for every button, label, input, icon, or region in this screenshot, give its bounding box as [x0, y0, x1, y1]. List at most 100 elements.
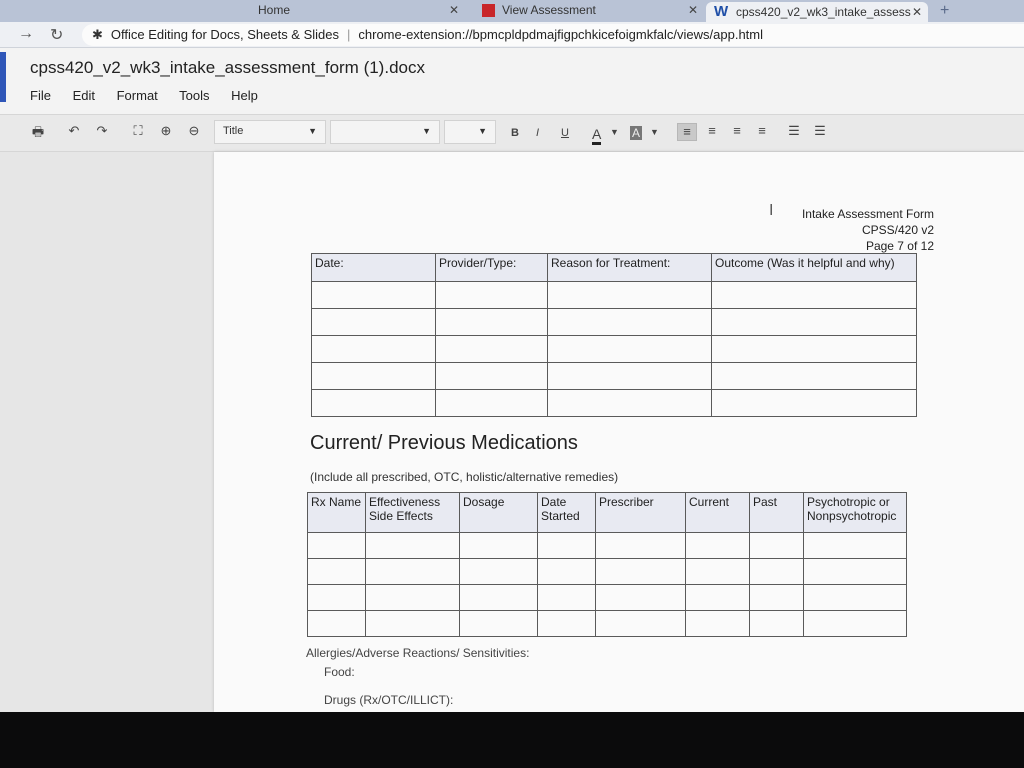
table-cell[interactable] [711, 389, 917, 417]
table-cell[interactable] [459, 532, 538, 559]
bold-button[interactable]: B [511, 127, 519, 139]
header-course: CPSS/420 v2 [861, 223, 934, 237]
table-cell[interactable] [547, 335, 712, 363]
table-cell[interactable] [459, 584, 538, 611]
fit-page-icon[interactable]: ⛶ [128, 123, 148, 141]
table-cell[interactable] [435, 389, 548, 417]
table-cell[interactable] [547, 281, 712, 309]
chevron-down-icon[interactable]: ▼ [610, 127, 619, 137]
close-icon[interactable]: ✕ [449, 3, 459, 17]
header-form-name: Intake Assessment Form [801, 207, 934, 221]
menu-format[interactable]: Format [117, 88, 158, 103]
table-cell[interactable] [459, 610, 538, 637]
table-row [311, 389, 917, 417]
table-cell[interactable] [595, 584, 686, 611]
table-cell[interactable] [435, 281, 548, 309]
tab-label: View Assessment [502, 3, 596, 17]
table-cell[interactable] [459, 558, 538, 585]
align-left-icon[interactable]: ≡ [677, 123, 697, 141]
table-cell[interactable] [711, 308, 917, 336]
redo-icon[interactable]: ↷ [92, 123, 112, 141]
table-cell[interactable] [537, 558, 596, 585]
medications-table: Rx Name Effectiveness Side Effects Dosag… [307, 492, 907, 637]
table-cell[interactable] [307, 532, 366, 559]
close-icon[interactable]: ✕ [688, 3, 698, 17]
table-cell[interactable] [711, 362, 917, 390]
table-cell[interactable] [749, 610, 804, 637]
highlight-button[interactable]: A [630, 126, 643, 140]
table-cell[interactable] [307, 584, 366, 611]
bulleted-list-icon[interactable]: ☰ [810, 123, 830, 141]
table-cell[interactable] [685, 532, 750, 559]
forward-icon[interactable]: → [18, 25, 34, 43]
undo-icon[interactable]: ↶ [64, 123, 84, 141]
menu-help[interactable]: Help [231, 88, 258, 103]
table-cell[interactable] [749, 584, 804, 611]
chevron-down-icon[interactable]: ▼ [650, 127, 659, 137]
table-cell[interactable] [311, 281, 436, 309]
table-cell[interactable] [595, 558, 686, 585]
table-cell[interactable] [749, 558, 804, 585]
style-select[interactable]: Title ▼ [214, 120, 326, 144]
table-cell[interactable] [803, 532, 907, 559]
table-cell[interactable] [685, 584, 750, 611]
table-cell[interactable] [803, 584, 907, 611]
document-page[interactable]: I Intake Assessment Form CPSS/420 v2 Pag… [214, 152, 1024, 712]
table-cell[interactable] [537, 610, 596, 637]
align-center-icon[interactable]: ≡ [702, 123, 722, 141]
column-header: Current [685, 492, 750, 533]
table-cell[interactable] [749, 532, 804, 559]
numbered-list-icon[interactable]: ☰ [784, 123, 804, 141]
zoom-out-icon[interactable]: ⊖ [184, 123, 204, 141]
menu-edit[interactable]: Edit [73, 88, 95, 103]
table-cell[interactable] [547, 362, 712, 390]
table-row [307, 584, 907, 611]
table-cell[interactable] [365, 558, 460, 585]
table-cell[interactable] [365, 610, 460, 637]
table-cell[interactable] [595, 532, 686, 559]
omnibox[interactable]: ✱ Office Editing for Docs, Sheets & Slide… [82, 24, 1024, 46]
table-cell[interactable] [711, 335, 917, 363]
table-cell[interactable] [311, 335, 436, 363]
close-icon[interactable]: ✕ [912, 5, 922, 19]
table-cell[interactable] [435, 362, 548, 390]
table-cell[interactable] [685, 558, 750, 585]
table-cell[interactable] [547, 389, 712, 417]
toolbar: 🖶 ↶ ↷ ⛶ ⊕ ⊖ Title ▼ ▼ ▼ B I U A ▼ A ▼ ≡ … [0, 114, 1024, 152]
reload-icon[interactable]: ↻ [50, 25, 63, 45]
column-header: Prescriber [595, 492, 686, 533]
table-cell[interactable] [311, 308, 436, 336]
table-cell[interactable] [711, 281, 917, 309]
table-cell[interactable] [547, 308, 712, 336]
zoom-in-icon[interactable]: ⊕ [156, 123, 176, 141]
new-tab-icon[interactable]: + [940, 2, 949, 20]
table-cell[interactable] [365, 584, 460, 611]
align-right-icon[interactable]: ≡ [727, 123, 747, 141]
table-cell[interactable] [311, 389, 436, 417]
document-title[interactable]: cpss420_v2_wk3_intake_assessment_form (1… [30, 58, 425, 78]
font-size-select[interactable]: ▼ [444, 120, 496, 144]
table-cell[interactable] [307, 558, 366, 585]
menu-file[interactable]: File [30, 88, 51, 103]
table-cell[interactable] [537, 532, 596, 559]
table-cell[interactable] [803, 610, 907, 637]
tab-home[interactable]: Home ✕ [250, 0, 465, 22]
font-select[interactable]: ▼ [330, 120, 440, 144]
font-color-button[interactable]: A [592, 126, 602, 145]
underline-button[interactable]: U [561, 127, 569, 139]
table-cell[interactable] [435, 335, 548, 363]
table-cell[interactable] [365, 532, 460, 559]
table-cell[interactable] [435, 308, 548, 336]
table-cell[interactable] [537, 584, 596, 611]
tab-document[interactable]: W cpss420_v2_wk3_intake_assess ✕ [706, 2, 928, 24]
table-cell[interactable] [311, 362, 436, 390]
print-icon[interactable]: 🖶 [28, 123, 48, 141]
table-cell[interactable] [595, 610, 686, 637]
table-cell[interactable] [685, 610, 750, 637]
italic-button[interactable]: I [536, 127, 539, 139]
menu-tools[interactable]: Tools [179, 88, 209, 103]
align-justify-icon[interactable]: ≡ [752, 123, 772, 141]
table-cell[interactable] [803, 558, 907, 585]
table-cell[interactable] [307, 610, 366, 637]
tab-view-assessment[interactable]: View Assessment ✕ [476, 0, 704, 22]
